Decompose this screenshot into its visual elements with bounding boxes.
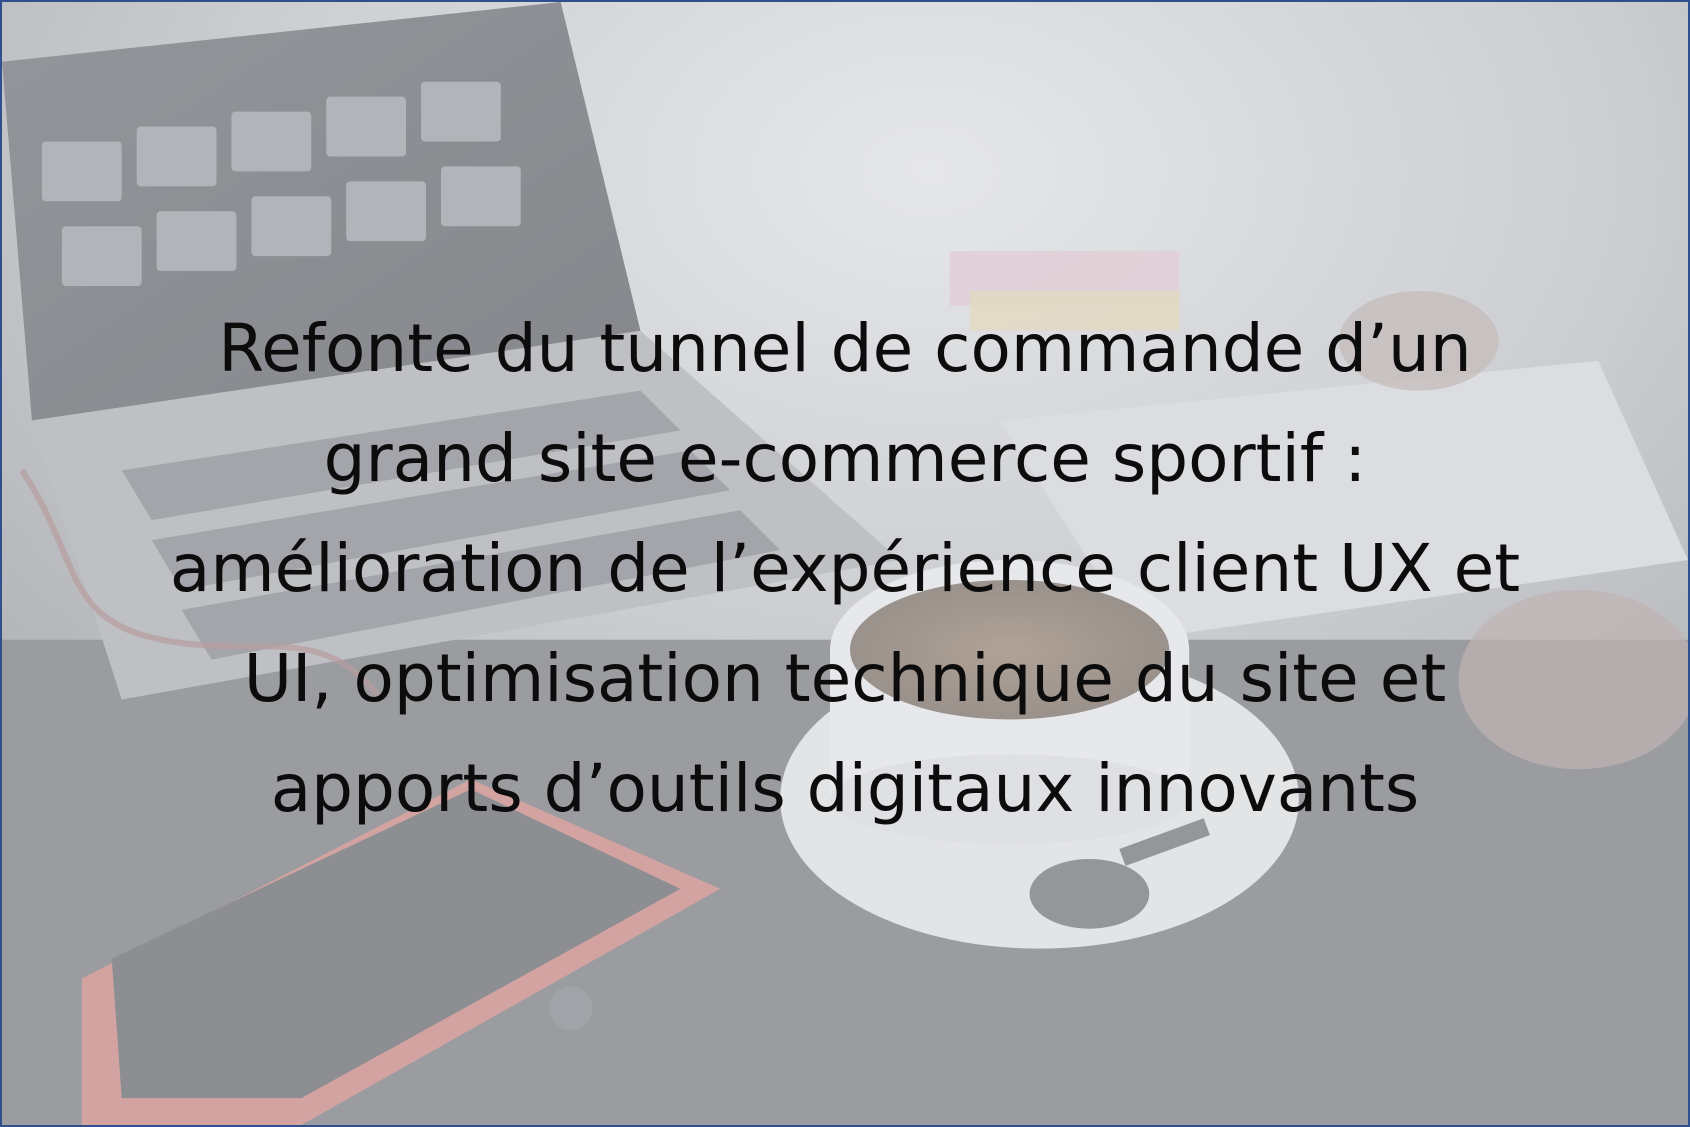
slide-frame: Refonte du tunnel de commande d’un grand… xyxy=(0,0,1690,1127)
title-line: Refonte du tunnel de commande d’un xyxy=(218,310,1472,387)
slide-title: Refonte du tunnel de commande d’un grand… xyxy=(62,294,1628,844)
title-line: apports d’outils digitaux innovants xyxy=(270,750,1420,827)
title-line: amélioration de l’expérience client UX e… xyxy=(169,530,1521,607)
title-line: grand site e-commerce sportif : xyxy=(323,420,1367,497)
title-line: UI, optimisation technique du site et xyxy=(243,640,1447,717)
